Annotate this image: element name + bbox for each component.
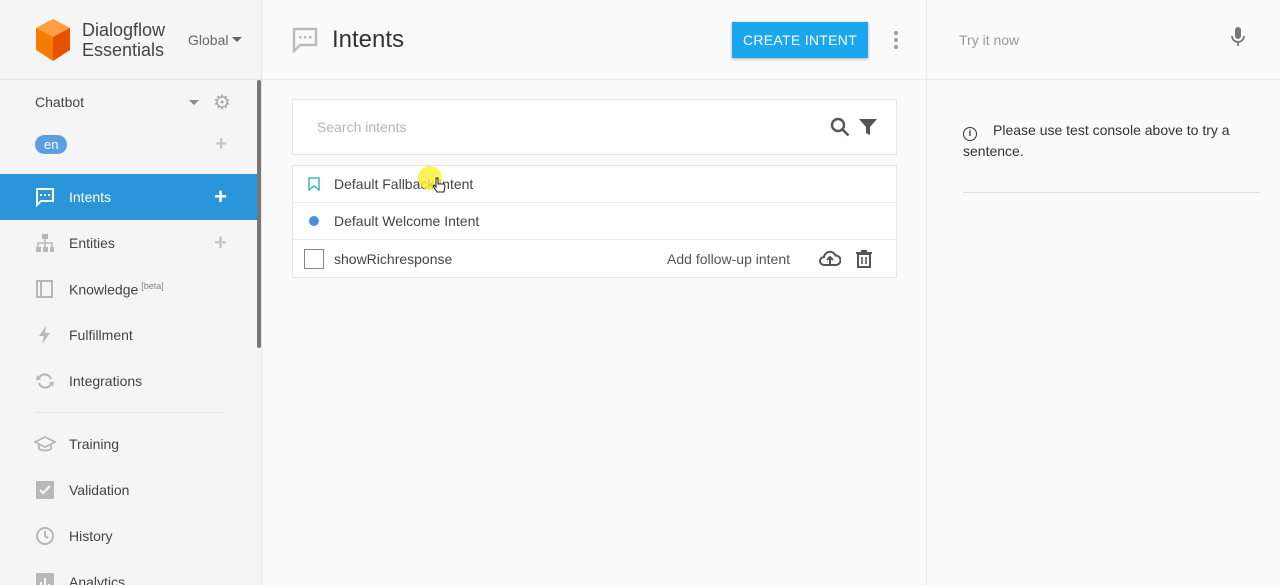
sidebar-item-label: Training bbox=[69, 436, 120, 452]
list-item[interactable]: showRichresponse Add follow-up intent bbox=[293, 240, 896, 277]
add-entity-icon[interactable]: + bbox=[214, 230, 227, 256]
sidebar-item-intents[interactable]: Intents + bbox=[0, 174, 261, 220]
main-content: Default Fallback Intent Default Welcome … bbox=[262, 80, 926, 585]
brand-line2: Essentials bbox=[82, 39, 165, 60]
chat-bubble-icon bbox=[292, 27, 318, 53]
brand-line1: Dialogflow bbox=[82, 19, 166, 40]
language-row: en + bbox=[0, 124, 261, 164]
intent-checkbox[interactable] bbox=[303, 248, 324, 269]
sidebar-item-label: Integrations bbox=[69, 373, 143, 389]
search-input[interactable] bbox=[317, 119, 826, 135]
intent-name[interactable]: Default Welcome Intent bbox=[334, 213, 876, 229]
agent-selector[interactable]: Chatbot ⚙ bbox=[0, 80, 261, 124]
agent-caret-down-icon[interactable] bbox=[189, 99, 200, 105]
sidebar-item-history[interactable]: History bbox=[0, 513, 261, 559]
bookmark-icon bbox=[303, 174, 324, 195]
sidebar-item-knowledge[interactable]: Knowledge [beta] bbox=[0, 266, 261, 312]
dot-icon bbox=[303, 211, 324, 232]
check-box-icon bbox=[34, 479, 56, 501]
sidebar-item-label: Knowledge [beta] bbox=[69, 281, 227, 298]
bolt-icon bbox=[34, 324, 56, 346]
sidebar-item-label: Intents bbox=[69, 189, 112, 205]
trash-icon[interactable] bbox=[852, 247, 876, 271]
region-label: Global bbox=[188, 31, 229, 48]
search-bar bbox=[292, 99, 897, 155]
sidebar-item-integrations[interactable]: Integrations bbox=[0, 358, 261, 404]
info-text: Please use test console above to try a s… bbox=[963, 122, 1230, 159]
page-header: Intents CREATE INTENT bbox=[262, 0, 926, 80]
info-icon: i bbox=[963, 126, 977, 141]
region-selector[interactable]: Global bbox=[188, 31, 243, 48]
add-intent-icon[interactable]: + bbox=[214, 184, 227, 210]
sidebar-item-fulfillment[interactable]: Fulfillment bbox=[0, 312, 261, 358]
language-badge[interactable]: en bbox=[35, 134, 68, 154]
sidebar: Dialogflow Essentials Global Chatbot ⚙ e… bbox=[0, 0, 262, 585]
hierarchy-icon bbox=[34, 232, 56, 254]
sidebar-item-label: Validation bbox=[69, 482, 130, 498]
caret-down-icon bbox=[232, 37, 243, 42]
chat-bubble-icon bbox=[34, 186, 56, 208]
gear-icon[interactable]: ⚙ bbox=[213, 90, 231, 115]
hand-cursor-icon bbox=[432, 177, 446, 193]
test-console-panel: Try it now i Please use test console abov… bbox=[926, 0, 1280, 585]
list-item[interactable]: Default Fallback Intent bbox=[293, 166, 896, 203]
book-icon bbox=[34, 278, 56, 300]
more-vert-icon[interactable] bbox=[876, 29, 916, 50]
brand-name: Dialogflow Essentials bbox=[82, 20, 174, 60]
intent-name[interactable]: showRichresponse bbox=[334, 251, 667, 267]
sidebar-item-validation[interactable]: Validation bbox=[0, 467, 261, 513]
page-title: Intents bbox=[332, 25, 405, 53]
sidebar-item-entities[interactable]: Entities + bbox=[0, 220, 261, 266]
beta-badge: [beta] bbox=[141, 280, 164, 291]
sidebar-item-label: Fulfillment bbox=[69, 327, 133, 343]
intent-list: Default Fallback Intent Default Welcome … bbox=[292, 165, 897, 278]
bar-chart-icon bbox=[34, 571, 56, 585]
microphone-icon[interactable] bbox=[1230, 26, 1246, 53]
brand: Dialogflow Essentials Global bbox=[0, 0, 261, 80]
info-message: i Please use test console above to try a … bbox=[963, 120, 1260, 193]
list-item[interactable]: Default Welcome Intent bbox=[293, 203, 896, 240]
try-it-now-input[interactable]: Try it now bbox=[959, 32, 1230, 48]
sidebar-item-analytics[interactable]: Analytics bbox=[0, 559, 261, 585]
graduation-cap-icon bbox=[34, 433, 56, 455]
intent-name[interactable]: Default Fallback Intent bbox=[334, 176, 876, 192]
search-icon[interactable] bbox=[826, 113, 854, 141]
sidebar-scrollbar[interactable] bbox=[257, 80, 261, 348]
create-intent-button[interactable]: CREATE INTENT bbox=[732, 21, 868, 58]
sidebar-item-label: History bbox=[69, 528, 113, 544]
add-follow-up-intent-link[interactable]: Add follow-up intent bbox=[667, 251, 790, 267]
sidebar-item-label: Entities bbox=[69, 235, 115, 251]
dialogflow-logo-icon[interactable] bbox=[34, 17, 72, 63]
knowledge-label: Knowledge bbox=[69, 281, 139, 298]
sidebar-item-training[interactable]: Training bbox=[0, 421, 261, 467]
add-language-icon[interactable]: + bbox=[215, 133, 227, 156]
cloud-upload-icon[interactable] bbox=[818, 247, 842, 271]
try-it-now-bar: Try it now bbox=[927, 0, 1280, 80]
filter-icon[interactable] bbox=[854, 113, 882, 141]
sidebar-nav: Intents + Entities + Knowledge [beta] Ful… bbox=[0, 174, 261, 585]
nav-divider bbox=[36, 412, 225, 413]
sync-icon bbox=[34, 370, 56, 392]
clock-icon bbox=[34, 525, 56, 547]
sidebar-item-label: Analytics bbox=[69, 574, 126, 585]
agent-name: Chatbot bbox=[35, 94, 85, 110]
